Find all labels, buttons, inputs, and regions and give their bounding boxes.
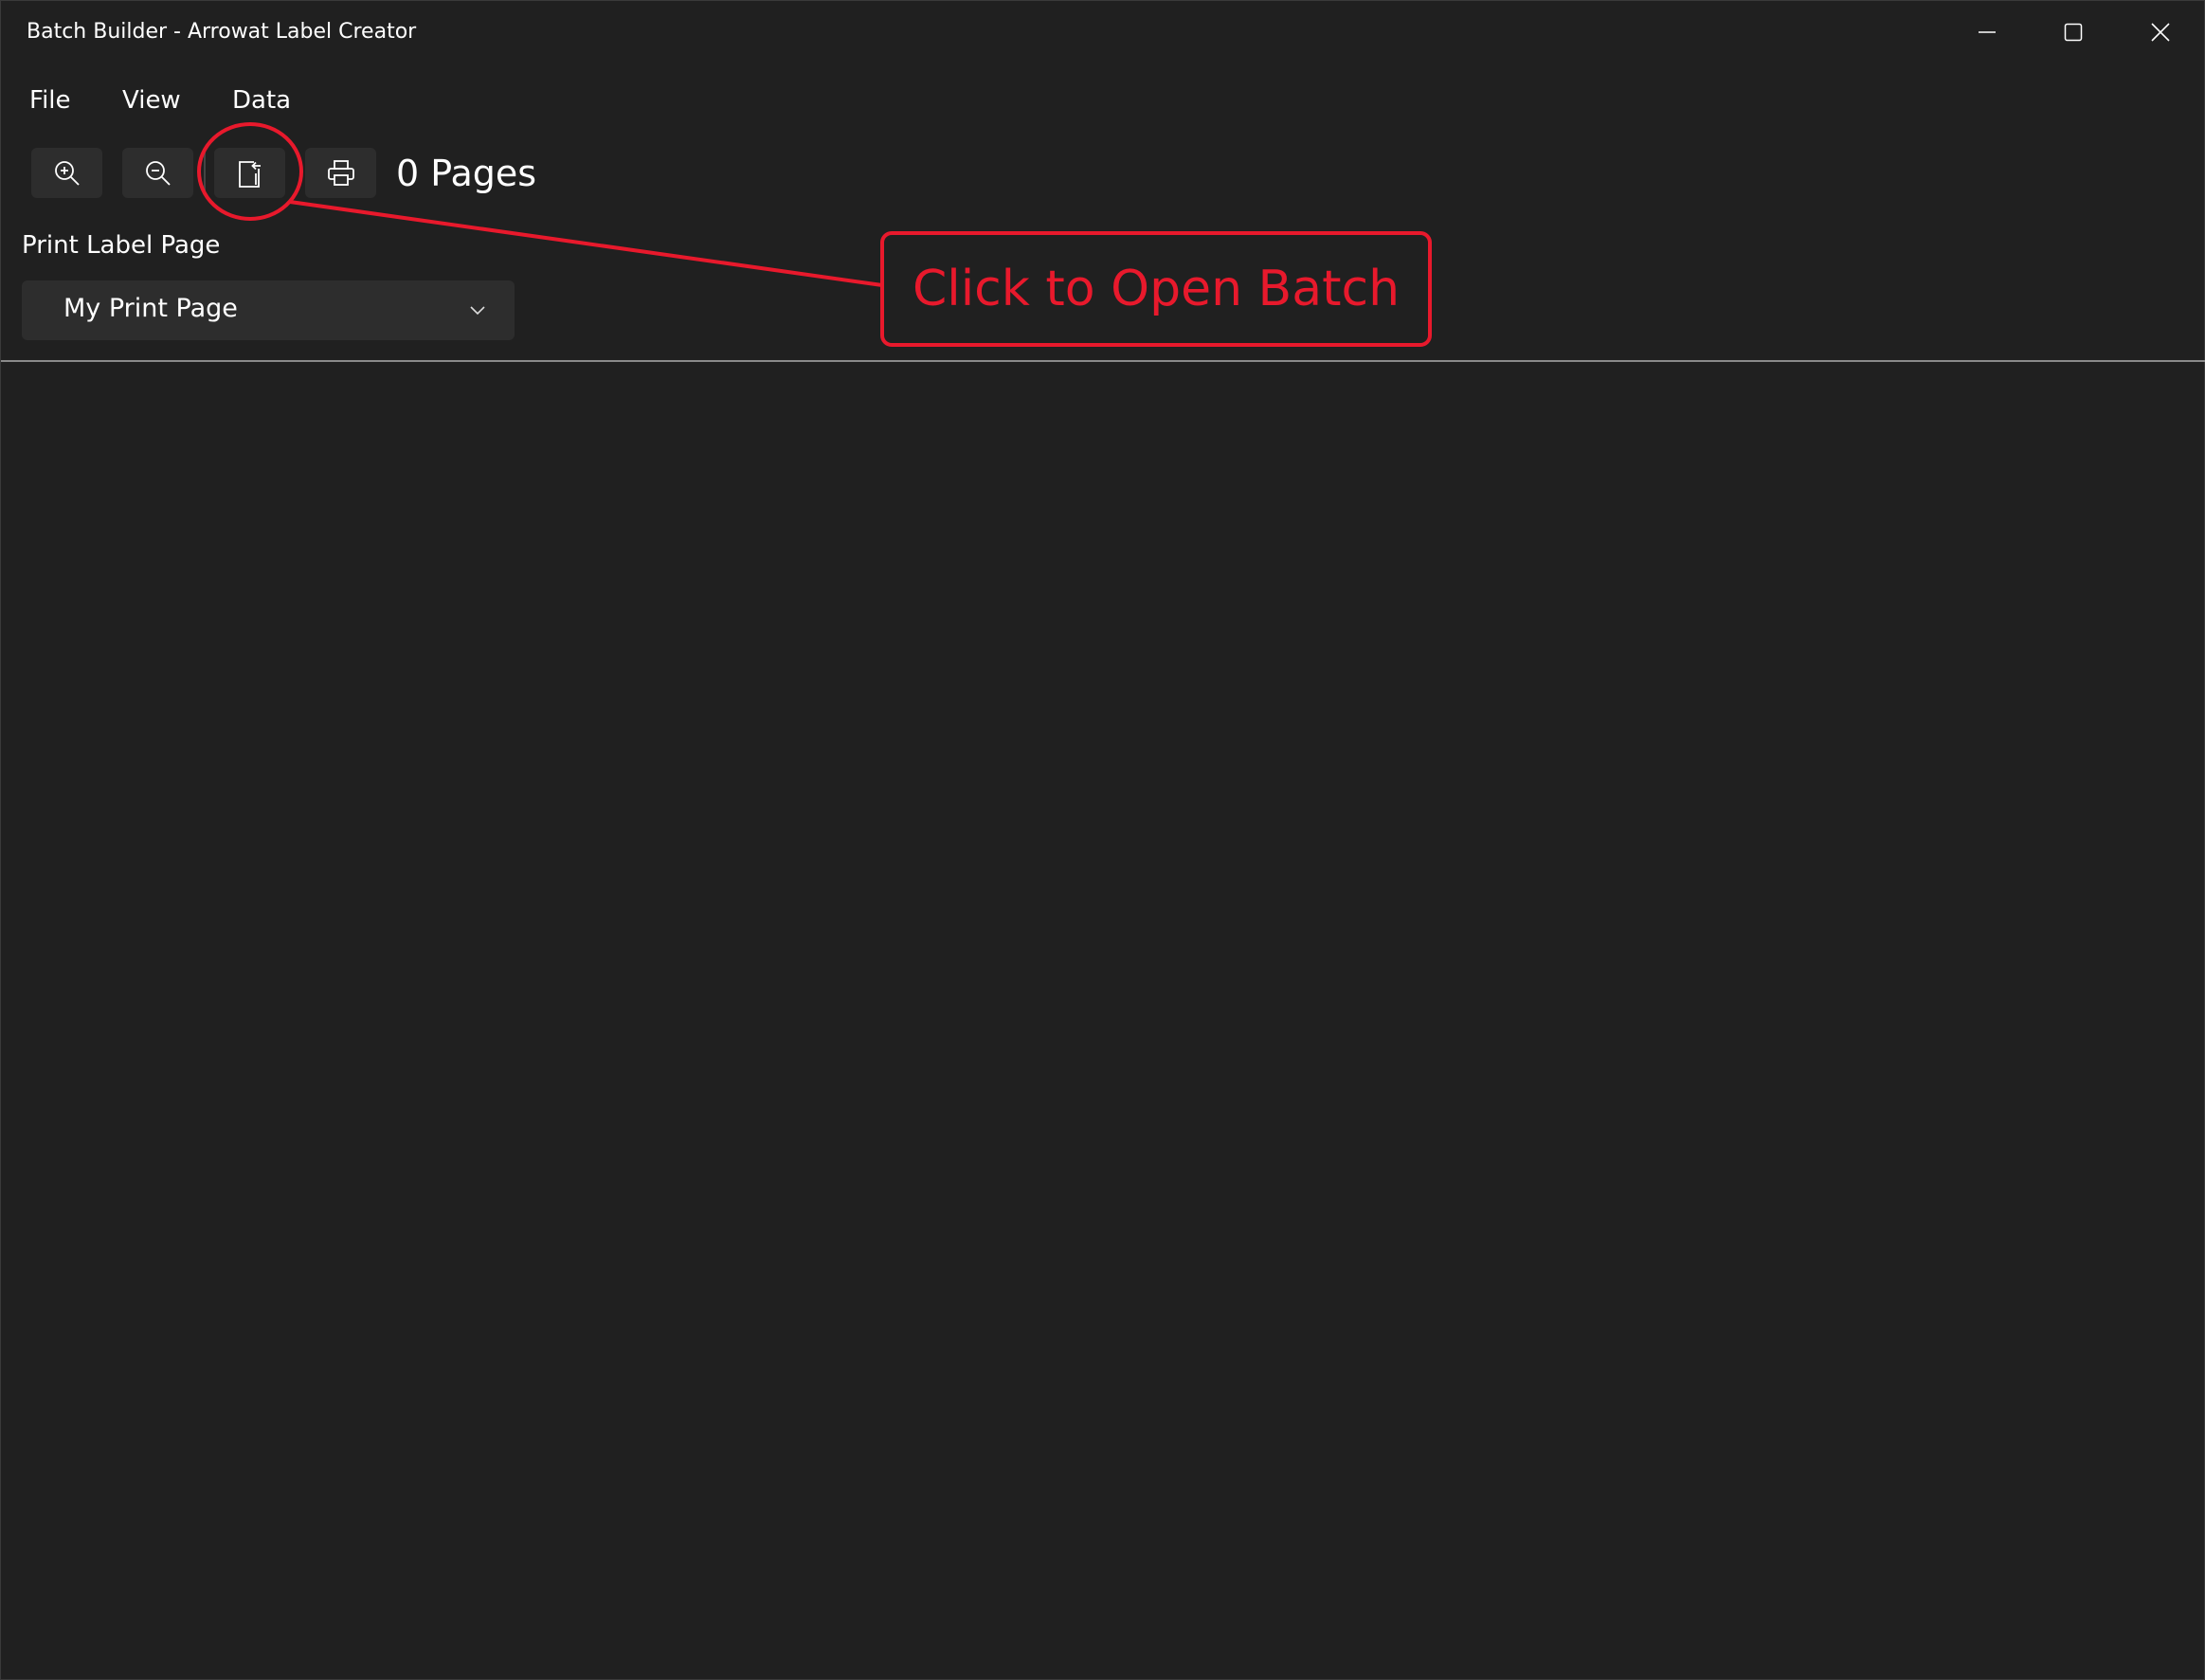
app-window: Batch Builder - Arrowat Label Creator Fi… [0, 0, 2205, 1680]
preview-area [1, 362, 2204, 1679]
maximize-icon [2064, 23, 2083, 42]
annotation-callout: Click to Open Batch [880, 231, 1432, 347]
close-button[interactable] [2132, 10, 2189, 54]
annotation-text: Click to Open Batch [912, 261, 1401, 317]
minimize-icon [1979, 31, 1996, 33]
annotation-circle [197, 122, 303, 221]
annotation-line [289, 200, 883, 287]
minimize-button[interactable] [1959, 10, 2015, 54]
maximize-button[interactable] [2045, 10, 2102, 54]
close-icon [2151, 23, 2170, 42]
annotation-pointer [197, 122, 883, 287]
